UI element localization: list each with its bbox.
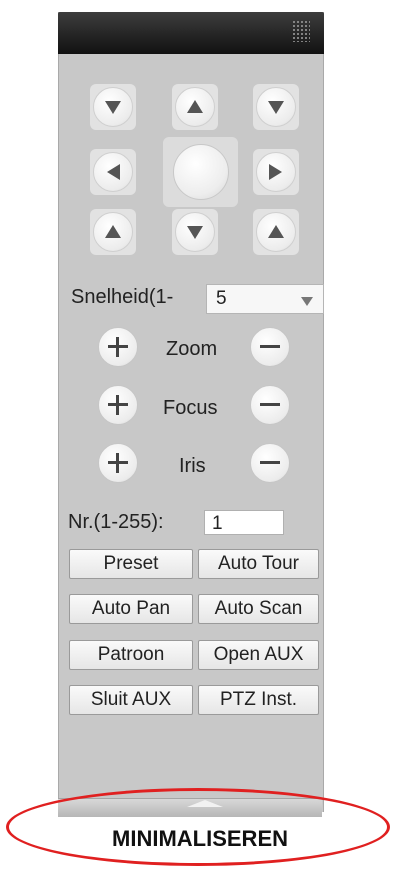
zoom-in-button[interactable]	[98, 327, 138, 367]
pan-up-left-button[interactable]	[90, 84, 136, 130]
open-aux-button[interactable]: Open AUX	[198, 640, 319, 670]
nr-label: Nr.(1-255):	[68, 511, 164, 533]
minus-icon	[260, 461, 280, 464]
sluit-aux-button[interactable]: Sluit AUX	[69, 685, 193, 715]
auto-tour-button[interactable]: Auto Tour	[198, 549, 319, 579]
arrow-right-icon	[256, 152, 296, 192]
pan-down-left-button[interactable]	[90, 209, 136, 255]
focus-far-button[interactable]	[250, 385, 290, 425]
panel-titlebar[interactable]	[58, 12, 324, 54]
iris-open-button[interactable]	[98, 443, 138, 483]
patroon-button[interactable]: Patroon	[69, 640, 193, 670]
nr-value: 1	[212, 513, 223, 534]
minus-icon	[260, 403, 280, 406]
minus-icon	[260, 345, 280, 348]
pan-up-right-button[interactable]	[253, 84, 299, 130]
pan-center-button[interactable]	[163, 137, 238, 207]
zoom-out-button[interactable]	[250, 327, 290, 367]
drag-grip-icon[interactable]	[292, 20, 310, 42]
zoom-label: Zoom	[166, 338, 218, 360]
arrow-up-right-icon	[256, 87, 296, 127]
arrow-left-icon	[93, 152, 133, 192]
pan-down-right-button[interactable]	[253, 209, 299, 255]
speed-label: Snelheid(1-	[71, 286, 174, 308]
ptz-inst-button[interactable]: PTZ Inst.	[198, 685, 319, 715]
pan-down-button[interactable]	[172, 209, 218, 255]
pan-right-button[interactable]	[253, 149, 299, 195]
focus-label: Focus	[163, 397, 218, 419]
auto-pan-button[interactable]: Auto Pan	[69, 594, 193, 624]
arrow-down-icon	[175, 212, 215, 252]
focus-near-button[interactable]	[98, 385, 138, 425]
nr-input[interactable]: 1	[204, 510, 284, 535]
pan-up-button[interactable]	[172, 84, 218, 130]
iris-close-button[interactable]	[250, 443, 290, 483]
speed-select[interactable]: 5	[206, 284, 324, 314]
arrow-up-icon	[175, 87, 215, 127]
arrow-down-left-icon	[93, 212, 133, 252]
center-icon	[172, 144, 229, 200]
arrow-up-left-icon	[93, 87, 133, 127]
arrow-down-right-icon	[256, 212, 296, 252]
auto-scan-button[interactable]: Auto Scan	[198, 594, 319, 624]
minimize-annotation-label: MINIMALISEREN	[112, 826, 288, 851]
iris-label: Iris	[179, 455, 206, 477]
preset-button[interactable]: Preset	[69, 549, 193, 579]
speed-value: 5	[216, 288, 227, 309]
pan-left-button[interactable]	[90, 149, 136, 195]
chevron-down-icon	[301, 297, 313, 306]
